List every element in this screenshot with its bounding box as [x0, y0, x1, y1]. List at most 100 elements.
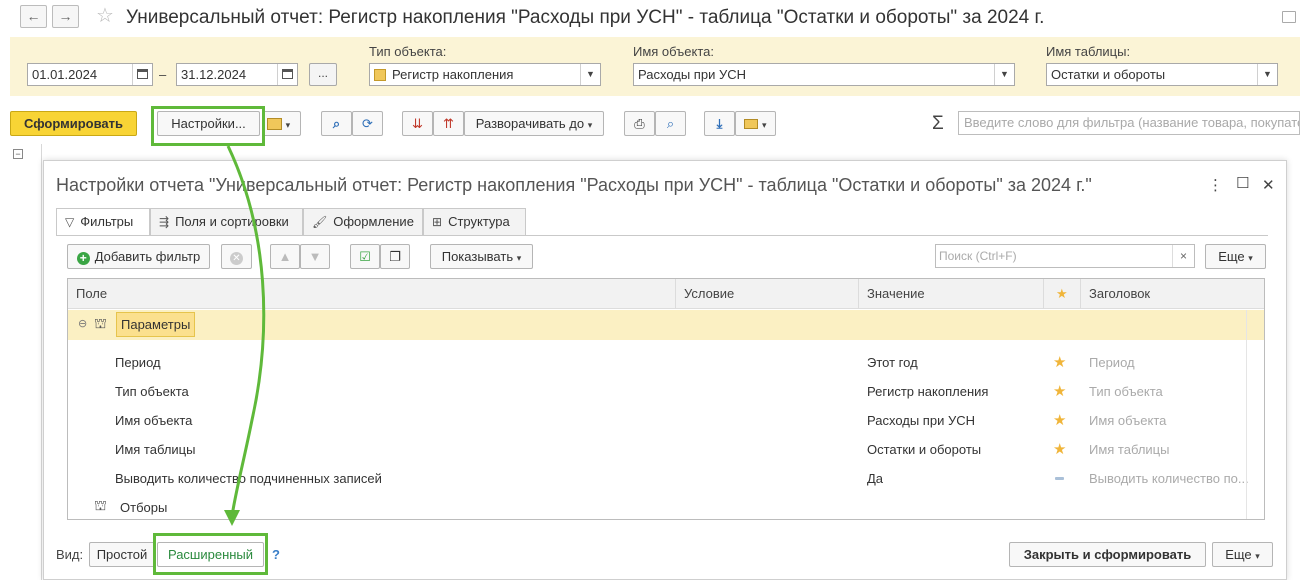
row-value[interactable]: Этот год: [867, 355, 918, 370]
row-caption[interactable]: Имя таблицы: [1089, 442, 1169, 457]
arrow-up-icon: ▲: [278, 249, 292, 264]
help-icon[interactable]: ?: [272, 547, 280, 562]
table-name-label: Имя таблицы:: [1046, 44, 1131, 59]
collapse-icon[interactable]: ⊖: [78, 317, 87, 330]
column-star[interactable]: ★: [1044, 279, 1081, 309]
register-icon: [374, 69, 386, 81]
view-label: Вид:: [56, 547, 84, 562]
row-field: Период: [115, 355, 161, 370]
object-type-select[interactable]: Регистр накопления ▼: [369, 63, 601, 86]
star-icon[interactable]: ☆: [96, 6, 114, 26]
chevron-down-icon[interactable]: ▼: [580, 64, 600, 85]
row-value[interactable]: Регистр накопления: [867, 384, 988, 399]
column-condition[interactable]: Условие: [676, 279, 859, 309]
view-simple-button[interactable]: Простой: [89, 542, 155, 567]
more-button[interactable]: Еще ▾: [1205, 244, 1266, 269]
row-value[interactable]: Да: [867, 471, 883, 486]
dash-icon[interactable]: [1055, 477, 1064, 480]
date-to-field[interactable]: 31.12.2024: [176, 63, 298, 86]
check-all-icon: ☑: [359, 249, 371, 264]
structure-icon: ⊞: [432, 215, 443, 229]
close-and-generate-button[interactable]: Закрыть и сформировать: [1009, 542, 1206, 567]
refresh-search-icon: ⟳: [362, 116, 373, 131]
uncheck-all-button[interactable]: ❐: [380, 244, 410, 269]
back-button[interactable]: ←: [20, 5, 47, 28]
maximize-icon[interactable]: ☐: [1236, 174, 1249, 192]
tab-appearance[interactable]: 🖌 Оформление: [303, 208, 423, 235]
column-field[interactable]: Поле: [68, 279, 676, 309]
move-down-button[interactable]: ▼: [300, 244, 330, 269]
report-area: [10, 144, 42, 580]
delete-icon: ✕: [230, 252, 243, 265]
collapse-icon[interactable]: −: [13, 149, 23, 159]
star-icon[interactable]: ★: [1053, 411, 1066, 429]
send-email-button[interactable]: ▾: [735, 111, 776, 136]
column-caption[interactable]: Заголовок: [1081, 279, 1264, 309]
more-bottom-button[interactable]: Еще ▾: [1212, 542, 1273, 567]
tab-filters[interactable]: ▽ Фильтры: [56, 208, 150, 236]
preview-button[interactable]: ⌕: [655, 111, 686, 136]
find-button[interactable]: ⌕: [321, 111, 352, 136]
filters-table: Поле Условие Значение ★ Заголовок ⊖ ⛫ Па…: [67, 278, 1265, 520]
star-icon[interactable]: ★: [1053, 382, 1066, 400]
row-value[interactable]: Расходы при УСН: [867, 413, 975, 428]
expand-all-button[interactable]: ⇈: [433, 111, 464, 136]
chevron-down-icon: ▾: [587, 120, 593, 130]
show-button[interactable]: Показывать ▾: [430, 244, 533, 269]
star-icon[interactable]: ★: [1053, 440, 1066, 458]
save-button[interactable]: ⤓: [704, 111, 735, 136]
row-caption[interactable]: Выводить количество по...: [1089, 471, 1249, 486]
delete-filter-button[interactable]: ✕: [221, 244, 252, 269]
window-menu-icon[interactable]: [1282, 11, 1296, 23]
window-title: Универсальный отчет: Регистр накопления …: [126, 7, 1045, 28]
generate-button[interactable]: Сформировать: [10, 111, 137, 136]
search-icon: ⌕: [332, 116, 341, 131]
check-all-button[interactable]: ☑: [350, 244, 380, 269]
chevron-down-icon[interactable]: ▼: [994, 64, 1014, 85]
group-label-parameters: Параметры: [116, 312, 196, 337]
chevron-down-icon: ▾: [516, 253, 522, 263]
row-field: Выводить количество подчиненных записей: [115, 471, 382, 486]
chevron-down-icon[interactable]: ▼: [1257, 64, 1277, 85]
row-caption[interactable]: Период: [1089, 355, 1135, 370]
star-icon[interactable]: ★: [1053, 353, 1066, 371]
close-icon[interactable]: ✕: [1262, 176, 1275, 194]
move-up-button[interactable]: ▲: [270, 244, 300, 269]
sort-up-icon: ⇈: [443, 116, 454, 131]
calendar-icon[interactable]: [132, 64, 152, 85]
table-name-select[interactable]: Остатки и обороты ▼: [1046, 63, 1278, 86]
tab-structure[interactable]: ⊞ Структура: [423, 208, 526, 235]
add-filter-button[interactable]: + Добавить фильтр: [67, 244, 210, 269]
row-caption[interactable]: Тип объекта: [1089, 384, 1163, 399]
object-name-label: Имя объекта:: [633, 44, 715, 59]
calendar-icon[interactable]: [277, 64, 297, 85]
find-next-button[interactable]: ⟳: [352, 111, 383, 136]
arrow-right-icon: →: [58, 8, 73, 24]
row-caption[interactable]: Имя объекта: [1089, 413, 1166, 428]
expand-to-button[interactable]: Разворачивать до ▾: [464, 111, 604, 136]
forward-button[interactable]: →: [52, 5, 79, 28]
preview-icon: ⌕: [666, 116, 675, 131]
object-name-value: Расходы при УСН: [638, 67, 746, 82]
report-filter-input[interactable]: Введите слово для фильтра (название това…: [958, 111, 1300, 135]
clear-search-icon[interactable]: ×: [1172, 245, 1194, 267]
print-button[interactable]: ⎙: [624, 111, 655, 136]
row-value[interactable]: Остатки и обороты: [867, 442, 981, 457]
table-row-group-parameters[interactable]: [68, 310, 1264, 340]
more-vert-icon[interactable]: ⋮: [1208, 176, 1223, 194]
collapse-all-button[interactable]: ⇊: [402, 111, 433, 136]
table-name-value: Остатки и обороты: [1051, 67, 1166, 82]
date-from-field[interactable]: 01.01.2024: [27, 63, 153, 86]
brush-icon: 🖌: [312, 215, 328, 229]
filter-icon: ▽: [65, 215, 75, 229]
variant-menu-button[interactable]: ▾: [262, 111, 301, 136]
parameters-icon: ⛫: [94, 315, 107, 331]
column-value[interactable]: Значение: [859, 279, 1044, 309]
period-select-button[interactable]: ...: [309, 63, 337, 86]
dialog-search-input[interactable]: Поиск (Ctrl+F) ×: [935, 244, 1195, 268]
settings-dialog: Настройки отчета "Универсальный отчет: Р…: [43, 160, 1287, 580]
object-name-select[interactable]: Расходы при УСН ▼: [633, 63, 1015, 86]
chevron-down-icon: ▾: [762, 120, 767, 130]
tab-fields-sorting[interactable]: ⇶ Поля и сортировки: [150, 208, 303, 235]
sum-icon[interactable]: Σ: [932, 113, 944, 135]
